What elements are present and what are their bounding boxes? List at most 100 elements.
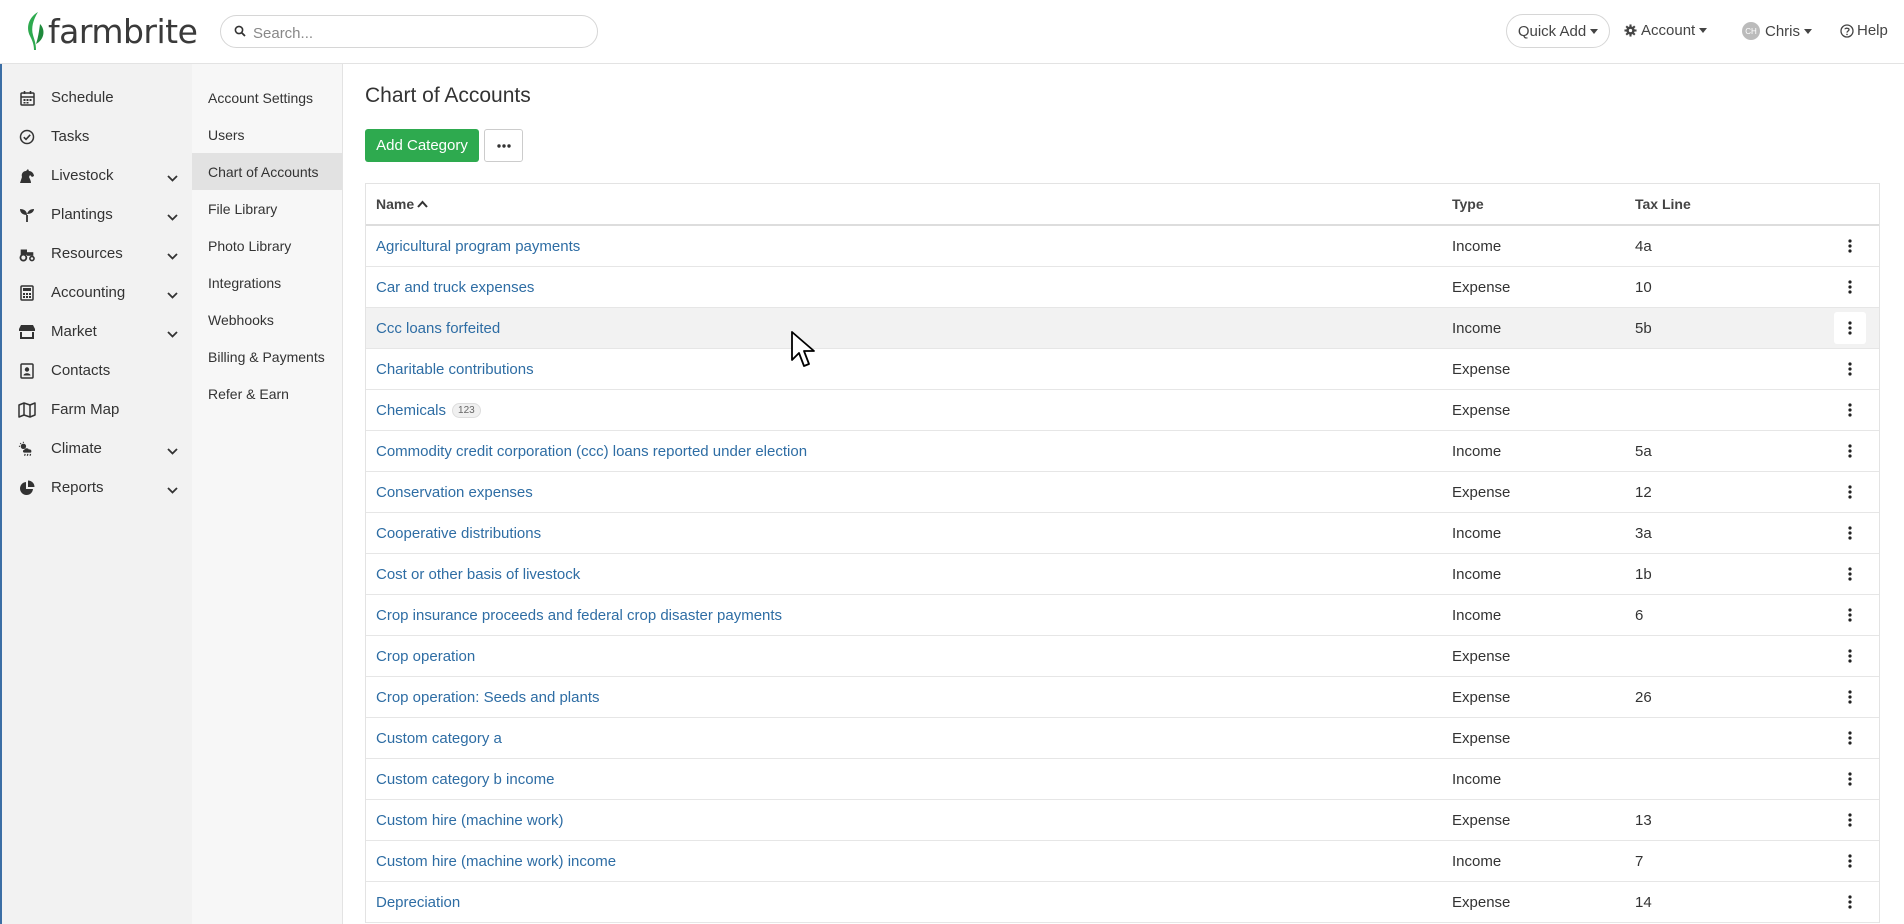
name-cell: Custom category a — [366, 730, 1452, 747]
category-link[interactable]: Crop operation: Seeds and plants — [376, 689, 599, 706]
type-cell: Income — [1452, 319, 1502, 337]
actions-cell — [1821, 763, 1879, 795]
category-link[interactable]: Custom hire (machine work) income — [376, 853, 616, 870]
type-column-header[interactable]: Type — [1452, 196, 1635, 212]
chevron-down-icon[interactable] — [167, 325, 178, 342]
row-actions-button[interactable] — [1834, 845, 1866, 877]
sidebar-item-livestock[interactable]: Livestock — [2, 156, 192, 195]
farmbrite-logo[interactable]: farmbrite — [24, 10, 198, 52]
tax-line-cell: 10 — [1635, 278, 1652, 296]
category-link[interactable]: Custom hire (machine work) — [376, 812, 564, 829]
chevron-down-icon[interactable] — [167, 442, 178, 459]
account-menu[interactable]: Account — [1624, 22, 1708, 39]
chevron-down-icon[interactable] — [167, 169, 178, 186]
row-actions-button[interactable] — [1834, 558, 1866, 590]
subnav-item-billing-payments[interactable]: Billing & Payments — [192, 338, 342, 375]
category-link[interactable]: Custom category a — [376, 730, 502, 747]
sidebar-item-label: Reports — [51, 479, 104, 496]
sidebar-item-resources[interactable]: Resources — [2, 234, 192, 273]
page-title: Chart of Accounts — [365, 84, 531, 107]
subnav-item-integrations[interactable]: Integrations — [192, 264, 342, 301]
category-link[interactable]: Agricultural program payments — [376, 238, 580, 255]
tax-line-column-header[interactable]: Tax Line — [1635, 196, 1821, 212]
category-link[interactable]: Cost or other basis of livestock — [376, 566, 580, 583]
type-cell: Expense — [1452, 483, 1511, 501]
caret-down-icon — [1804, 28, 1813, 34]
sidebar-item-farm-map[interactable]: Farm Map — [2, 390, 192, 429]
row-actions-button[interactable] — [1834, 312, 1866, 344]
row-actions-button[interactable] — [1834, 435, 1866, 467]
more-options-button[interactable] — [484, 129, 523, 162]
chevron-down-icon[interactable] — [167, 286, 178, 303]
subnav-item-chart-of-accounts[interactable]: Chart of Accounts — [192, 153, 342, 190]
category-link[interactable]: Crop insurance proceeds and federal crop… — [376, 607, 782, 624]
sidebar-item-accounting[interactable]: Accounting — [2, 273, 192, 312]
row-actions-button[interactable] — [1834, 804, 1866, 836]
sidebar-item-schedule[interactable]: Schedule — [2, 78, 192, 117]
search-box[interactable] — [220, 15, 598, 48]
sidebar-item-climate[interactable]: Climate — [2, 429, 192, 468]
ellipsis-vertical-icon — [1848, 731, 1852, 745]
type-cell: Expense — [1452, 360, 1511, 378]
table-row: Car and truck expenses Expense 10 — [366, 267, 1879, 308]
ellipsis-vertical-icon — [1848, 567, 1852, 581]
ellipsis-vertical-icon — [1848, 485, 1852, 499]
category-link[interactable]: Crop operation — [376, 648, 475, 665]
category-link[interactable]: Depreciation — [376, 894, 460, 911]
row-actions-button[interactable] — [1834, 681, 1866, 713]
row-actions-button[interactable] — [1834, 886, 1866, 918]
main-sidebar: Schedule Tasks Livestock Plantings Resources… — [0, 64, 192, 924]
ellipsis-horizontal-icon — [496, 143, 511, 148]
sidebar-item-contacts[interactable]: Contacts — [2, 351, 192, 390]
actions-cell — [1821, 804, 1879, 836]
subnav-item-photo-library[interactable]: Photo Library — [192, 227, 342, 264]
brand-name: farmbrite — [48, 11, 198, 51]
sidebar-item-market[interactable]: Market — [2, 312, 192, 351]
row-actions-button[interactable] — [1834, 271, 1866, 303]
row-actions-button[interactable] — [1834, 763, 1866, 795]
row-actions-button[interactable] — [1834, 722, 1866, 754]
category-link[interactable]: Cooperative distributions — [376, 525, 541, 542]
name-column-header[interactable]: Name — [366, 196, 1452, 212]
add-category-button[interactable]: Add Category — [365, 129, 479, 162]
user-menu[interactable]: CH Chris — [1742, 22, 1813, 40]
sidebar-item-tasks[interactable]: Tasks — [2, 117, 192, 156]
quick-add-button[interactable]: Quick Add — [1506, 14, 1610, 48]
subnav-item-refer-earn[interactable]: Refer & Earn — [192, 375, 342, 412]
sidebar-item-reports[interactable]: Reports — [2, 468, 192, 507]
sidebar-item-label: Farm Map — [51, 401, 120, 418]
subnav-item-webhooks[interactable]: Webhooks — [192, 301, 342, 338]
table-row: Custom category b income Income — [366, 759, 1879, 800]
category-link[interactable]: Charitable contributions — [376, 361, 534, 378]
chevron-down-icon[interactable] — [167, 247, 178, 264]
row-actions-button[interactable] — [1834, 599, 1866, 631]
row-actions-button[interactable] — [1834, 394, 1866, 426]
category-link[interactable]: Ccc loans forfeited — [376, 320, 500, 337]
category-link[interactable]: Chemicals — [376, 402, 446, 419]
calculator-icon — [18, 284, 36, 302]
category-link[interactable]: Car and truck expenses — [376, 279, 534, 296]
row-actions-button[interactable] — [1834, 517, 1866, 549]
row-actions-button[interactable] — [1834, 353, 1866, 385]
sidebar-item-label: Plantings — [51, 206, 113, 223]
category-link[interactable]: Commodity credit corporation (ccc) loans… — [376, 443, 807, 460]
type-cell: Income — [1452, 442, 1502, 460]
help-label: Help — [1857, 22, 1888, 39]
subnav-item-account-settings[interactable]: Account Settings — [192, 79, 342, 116]
chevron-down-icon[interactable] — [167, 208, 178, 225]
category-link[interactable]: Custom category b income — [376, 771, 554, 788]
row-actions-button[interactable] — [1834, 640, 1866, 672]
ellipsis-vertical-icon — [1848, 526, 1852, 540]
help-link[interactable]: Help — [1840, 22, 1888, 39]
sidebar-item-plantings[interactable]: Plantings — [2, 195, 192, 234]
row-actions-button[interactable] — [1834, 476, 1866, 508]
category-link[interactable]: Conservation expenses — [376, 484, 533, 501]
chevron-down-icon[interactable] — [167, 481, 178, 498]
search-input[interactable] — [251, 21, 575, 45]
tax-line-cell: 7 — [1635, 852, 1644, 870]
subnav-item-users[interactable]: Users — [192, 116, 342, 153]
row-actions-button[interactable] — [1834, 230, 1866, 262]
type-cell: Expense — [1452, 893, 1511, 911]
actions-cell — [1821, 599, 1879, 631]
subnav-item-file-library[interactable]: File Library — [192, 190, 342, 227]
